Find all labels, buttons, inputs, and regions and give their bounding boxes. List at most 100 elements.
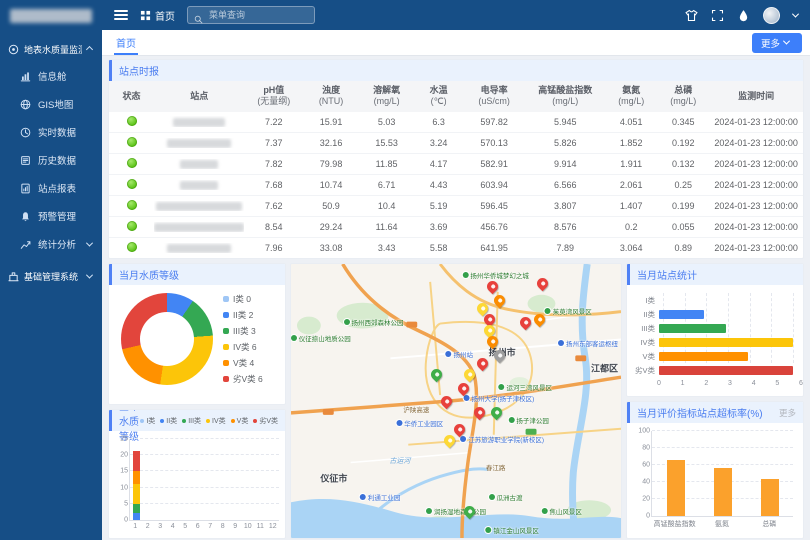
- sidebar-item-alert-management[interactable]: 预警管理: [0, 202, 102, 230]
- legend-color-dot: [160, 419, 164, 423]
- month-column: [192, 439, 204, 520]
- value-cell: 3.43: [359, 243, 415, 253]
- search-input[interactable]: [207, 9, 308, 21]
- sidebar-group-base-management[interactable]: 基础管理系统: [0, 264, 102, 289]
- legend-item[interactable]: IV类: [206, 416, 226, 426]
- legend-item[interactable]: 劣V类 6: [223, 373, 263, 385]
- map-label-text: 扬州西郊森林公园: [352, 317, 404, 327]
- legend-item[interactable]: III类 3: [223, 325, 263, 337]
- sidebar-item-history-data[interactable]: 历史数据: [0, 146, 102, 174]
- category-label: III类: [633, 323, 659, 334]
- value-cell: 7.68: [244, 180, 303, 190]
- y-tick-label: 10: [114, 484, 128, 491]
- clock-icon: [20, 127, 31, 138]
- sidebar-item-realtime-data[interactable]: 实时数据: [0, 118, 102, 146]
- table-row[interactable]: 7.9633.083.435.58641.957.893.0640.892024…: [109, 238, 803, 258]
- column-header: 监测时间: [709, 91, 803, 102]
- station-report-title: 站点时报: [109, 60, 803, 81]
- map-label-text: 江都区: [591, 364, 618, 374]
- sidebar-item-station-report[interactable]: 站点报表: [0, 174, 102, 202]
- x-tick-label: 1: [129, 523, 142, 530]
- sidebar-item-gis-map[interactable]: GIS地图: [0, 90, 102, 118]
- search-icon: [194, 11, 203, 20]
- table-row[interactable]: 7.6250.910.45.19596.453.8071.4070.199202…: [109, 196, 803, 217]
- station-map[interactable]: 扬州市仪征市江都区扬州西郊森林公园仪征捺山地质公园扬州华侨城梦幻之城茱萸湾风景区…: [290, 263, 622, 539]
- value-cell: 5.19: [414, 201, 463, 211]
- fullscreen-icon[interactable]: [711, 9, 724, 22]
- legend-item[interactable]: II类: [160, 416, 177, 426]
- map-label-text: 扬州东部客运枢纽: [566, 338, 618, 348]
- value-cell: 570.13: [463, 138, 525, 148]
- sidebar-item-statistics-analysis[interactable]: 统计分析: [0, 230, 102, 258]
- bar-segment-V类: [133, 471, 140, 484]
- value-cell: 7.62: [244, 201, 303, 211]
- station-name-redacted: [154, 223, 244, 232]
- chevron-down-icon: [86, 239, 93, 246]
- table-row[interactable]: 7.6810.746.714.43603.946.5662.0610.25202…: [109, 175, 803, 196]
- bars-row: [652, 431, 793, 516]
- y-tick-label: 100: [632, 428, 650, 435]
- value-cell: 5.826: [525, 138, 605, 148]
- sidebar-item-label: 统计分析: [38, 237, 80, 251]
- exceed-rate-more-link[interactable]: 更多: [779, 407, 796, 419]
- month-quality-panel: 当月水质等级 I类 0II类 2III类 3IV类 6V类 4劣V类 6: [108, 263, 286, 405]
- station-stats-x-labels: 0123456: [657, 377, 803, 387]
- user-menu-chevron-icon[interactable]: [792, 10, 799, 17]
- legend-color-dot: [223, 376, 229, 382]
- value-cell: 2024-01-23 12:00:00: [709, 201, 803, 211]
- table-row[interactable]: 7.8279.9811.854.17582.919.9141.9110.1322…: [109, 154, 803, 175]
- water-drop-icon[interactable]: [737, 9, 750, 22]
- legend-item[interactable]: I类 0: [223, 293, 263, 305]
- user-avatar[interactable]: [763, 7, 780, 24]
- city-label: 江都区: [591, 362, 618, 375]
- theme-skin-icon[interactable]: [685, 9, 698, 22]
- legend-label: V类: [237, 416, 249, 426]
- map-label-text: 茱萸湾风景区: [553, 306, 592, 316]
- sidebar-group-surface-water-system[interactable]: 地表水质量监测系统: [0, 37, 102, 62]
- poi-label-scenic: 镇江金山风景区: [485, 525, 539, 535]
- legend-item[interactable]: IV类 6: [223, 341, 263, 353]
- sidebar-item-info-hub[interactable]: 信息舱: [0, 62, 102, 90]
- x-tick-label: 10: [242, 523, 255, 530]
- legend-item[interactable]: 劣V类: [253, 416, 278, 426]
- value-cell: 582.91: [463, 159, 525, 169]
- legend-item[interactable]: V类: [231, 416, 249, 426]
- legend-item[interactable]: II类 2: [223, 309, 263, 321]
- legend-item[interactable]: III类: [182, 416, 201, 426]
- value-cell: 4.43: [414, 180, 463, 190]
- poi-label-place: 江苏旅游职业学院(新校区): [460, 434, 544, 444]
- category-label: IV类: [633, 337, 659, 348]
- tab-home[interactable]: 首页: [110, 30, 142, 55]
- more-button[interactable]: 更多: [752, 33, 802, 53]
- status-dot-online: [127, 116, 137, 126]
- status-cell: [109, 242, 154, 254]
- breadcrumb-home[interactable]: 首页: [140, 8, 175, 23]
- poi-dot-icon: [344, 319, 350, 325]
- value-cell: 10.4: [359, 201, 415, 211]
- chevron-down-icon: [783, 38, 790, 45]
- value-cell: 0.345: [657, 117, 709, 127]
- chevron-down-icon: [86, 272, 93, 279]
- poi-label-place: 扬州大学(扬子津校区): [463, 393, 534, 403]
- legend-item[interactable]: I类: [140, 416, 155, 426]
- table-row[interactable]: 7.2215.915.036.3597.825.9454.0510.345202…: [109, 112, 803, 133]
- table-row[interactable]: 8.5429.2411.643.69456.768.5760.20.055202…: [109, 217, 803, 238]
- value-cell: 7.96: [244, 243, 303, 253]
- legend-item[interactable]: V类 4: [223, 357, 263, 369]
- value-cell: 3.24: [414, 138, 463, 148]
- value-cell: 6.3: [414, 117, 463, 127]
- map-label-text: 江苏旅游职业学院(新校区): [468, 434, 544, 444]
- legend-color-dot: [253, 419, 257, 423]
- bar: [761, 479, 779, 516]
- bar-track: [659, 324, 793, 333]
- bar: [659, 338, 793, 347]
- map-label-text: 古运河: [389, 458, 410, 465]
- value-cell: 4.17: [414, 159, 463, 169]
- station-name-redacted: [180, 181, 218, 190]
- exceed-rate-x-labels: 高锰酸盐指数氨氮总磷: [651, 519, 793, 529]
- hamburger-menu-icon[interactable]: [114, 10, 128, 20]
- column-header: 站点: [154, 91, 244, 102]
- table-row[interactable]: 7.3732.1615.533.24570.135.8261.8520.1922…: [109, 133, 803, 154]
- poi-dot-icon: [489, 494, 495, 500]
- month-column: [267, 439, 279, 520]
